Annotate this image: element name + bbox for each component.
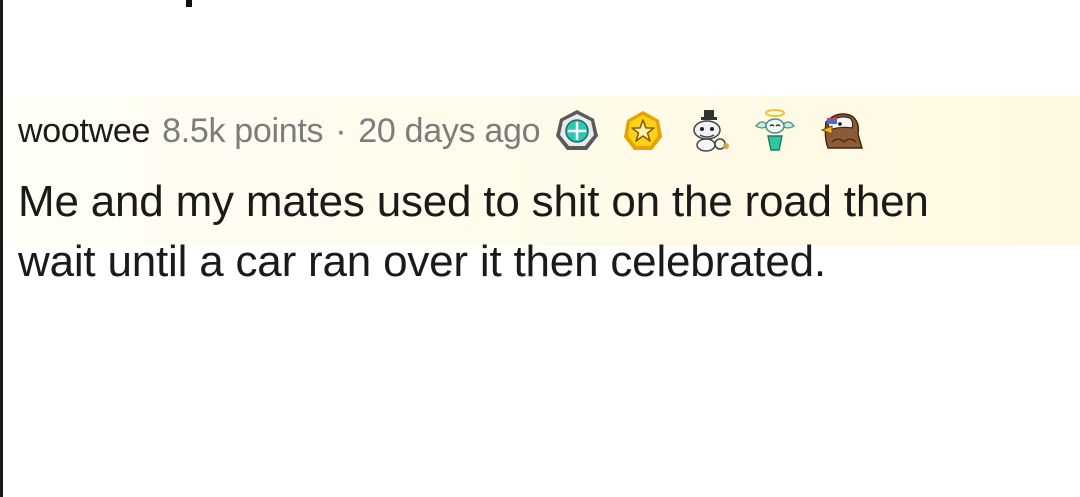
separator: · xyxy=(335,111,347,150)
username[interactable]: wootwee xyxy=(18,112,150,151)
left-border xyxy=(0,0,3,497)
comment-body: Me and my mates used to shit on the road… xyxy=(18,172,1068,292)
eagle-icon[interactable] xyxy=(818,108,864,154)
gold-star-medal-icon[interactable] xyxy=(620,108,666,154)
comment-meta: wootwee 8.5k points · 20 days ago xyxy=(18,100,1068,162)
gentleman-snoo-icon[interactable] xyxy=(686,108,732,154)
angel-snoo-icon[interactable] xyxy=(752,108,798,154)
award-list xyxy=(554,108,884,154)
timestamp[interactable]: 20 days ago xyxy=(358,112,540,151)
top-text-fragment xyxy=(186,0,192,7)
platinum-medal-icon[interactable] xyxy=(554,108,600,154)
comment-body-line-1: Me and my mates used to shit on the road… xyxy=(18,177,929,226)
points: 8.5k points xyxy=(162,111,324,150)
comment: wootwee 8.5k points · 20 days ago Me and… xyxy=(18,100,1068,292)
comment-body-line-2: wait until a car ran over it then celebr… xyxy=(18,237,826,286)
